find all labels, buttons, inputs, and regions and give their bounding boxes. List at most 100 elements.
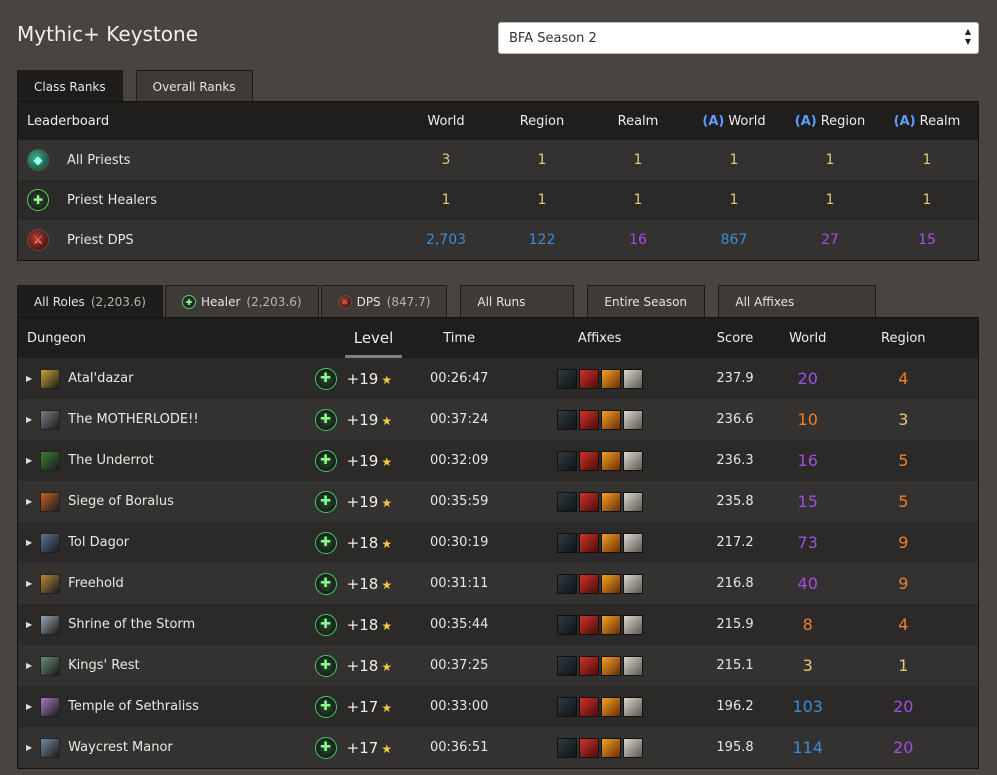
affix-icon[interactable]: [600, 409, 621, 430]
tab-all-roles[interactable]: All Roles (2,203.6): [17, 285, 163, 318]
affix-icon[interactable]: [578, 696, 599, 717]
expand-caret-icon[interactable]: ▶: [26, 374, 32, 383]
affix-icon[interactable]: [600, 573, 621, 594]
dungeon-cell[interactable]: ▶ Freehold: [18, 573, 307, 594]
star-icon: ★: [381, 577, 393, 592]
expand-caret-icon[interactable]: ▶: [26, 702, 32, 711]
tab-all-runs[interactable]: All Runs: [460, 285, 575, 318]
table-row[interactable]: ▶ Waycrest Manor ✚ +17 ★ 00:36:51 195.8 114 20: [18, 727, 978, 768]
expand-caret-icon[interactable]: ▶: [26, 620, 32, 629]
affix-icon[interactable]: [600, 696, 621, 717]
table-row[interactable]: ▶ Atal'dazar ✚ +19 ★ 00:26:47 237.9 20 4: [18, 358, 978, 399]
affix-icon[interactable]: [578, 409, 599, 430]
tab-all-affixes[interactable]: All Affixes: [718, 285, 877, 318]
affix-icon[interactable]: [622, 614, 643, 635]
table-row[interactable]: ▶ Temple of Sethraliss ✚ +17 ★ 00:33:00 196.2 1…: [18, 686, 978, 727]
tab-entire-season[interactable]: Entire Season: [587, 285, 706, 318]
tab-healer[interactable]: ✚ Healer (2,203.6): [164, 285, 319, 318]
world-rank-cell: 15: [797, 492, 818, 511]
dungeon-cell[interactable]: ▶ Temple of Sethraliss: [18, 696, 307, 717]
affix-icon[interactable]: [556, 532, 577, 553]
header-time[interactable]: Time: [402, 331, 516, 346]
header-level[interactable]: Level: [344, 318, 403, 358]
affix-icon[interactable]: [600, 368, 621, 389]
affix-icon[interactable]: [600, 737, 621, 758]
affix-icon[interactable]: [600, 532, 621, 553]
table-row[interactable]: ▶ Freehold ✚ +18 ★ 00:31:11 216.8 40 9: [18, 563, 978, 604]
header-region[interactable]: Region: [829, 331, 978, 346]
healer-role-icon: ✚: [314, 449, 337, 472]
affix-icon[interactable]: [600, 655, 621, 676]
rank-realm: 1: [633, 152, 643, 168]
affix-icon[interactable]: [622, 737, 643, 758]
affix-icon[interactable]: [622, 409, 643, 430]
affix-icon[interactable]: [622, 368, 643, 389]
star-icon: ★: [381, 700, 393, 715]
affix-icon[interactable]: [622, 450, 643, 471]
dungeon-cell[interactable]: ▶ Waycrest Manor: [18, 737, 307, 758]
affix-icon[interactable]: [622, 532, 643, 553]
season-select[interactable]: BFA Season 2 ▲ ▼: [498, 22, 979, 54]
expand-caret-icon[interactable]: ▶: [26, 579, 32, 588]
tab-class-ranks[interactable]: Class Ranks: [17, 70, 123, 103]
affix-icon[interactable]: [556, 573, 577, 594]
affix-icon[interactable]: [622, 491, 643, 512]
dungeon-cell[interactable]: ▶ Kings' Rest: [18, 655, 307, 676]
expand-caret-icon[interactable]: ▶: [26, 743, 32, 752]
dungeon-cell[interactable]: ▶ Atal'dazar: [18, 368, 307, 389]
affix-icon[interactable]: [600, 450, 621, 471]
expand-caret-icon[interactable]: ▶: [26, 538, 32, 547]
affix-icon[interactable]: [578, 368, 599, 389]
header-score[interactable]: Score: [683, 331, 787, 346]
table-row[interactable]: ▶ Shrine of the Storm ✚ +18 ★ 00:35:44 215.9 8 4: [18, 604, 978, 645]
affixes-cell: [516, 368, 683, 389]
table-row[interactable]: ▶ The Underrot ✚ +19 ★ 00:32:09 236.3 16 5: [18, 440, 978, 481]
affix-icon[interactable]: [556, 491, 577, 512]
header-world[interactable]: World: [787, 331, 829, 346]
affix-icon[interactable]: [578, 491, 599, 512]
affix-icon[interactable]: [622, 573, 643, 594]
affixes-cell: [516, 737, 683, 758]
affix-icon[interactable]: [578, 655, 599, 676]
dungeon-cell[interactable]: ▶ Tol Dagor: [18, 532, 307, 553]
dungeon-cell[interactable]: ▶ Siege of Boralus: [18, 491, 307, 512]
tab-overall-ranks[interactable]: Overall Ranks: [135, 70, 253, 103]
affix-icon[interactable]: [622, 696, 643, 717]
affix-icon[interactable]: [556, 450, 577, 471]
expand-caret-icon[interactable]: ▶: [26, 456, 32, 465]
table-row[interactable]: ▶ Kings' Rest ✚ +18 ★ 00:37:25 215.1 3 1: [18, 645, 978, 686]
affix-icon[interactable]: [600, 491, 621, 512]
dungeon-cell[interactable]: ▶ The MOTHERLODE!!: [18, 409, 307, 430]
dungeon-name: Kings' Rest: [68, 658, 140, 673]
affix-icon[interactable]: [556, 737, 577, 758]
affix-icon[interactable]: [600, 614, 621, 635]
header-dungeon[interactable]: Dungeon: [18, 331, 307, 346]
affix-icon[interactable]: [578, 450, 599, 471]
affix-icon[interactable]: [556, 614, 577, 635]
alliance-prefix: (A): [893, 113, 916, 129]
score-cell: 215.9: [716, 617, 754, 632]
expand-caret-icon[interactable]: ▶: [26, 497, 32, 506]
expand-caret-icon[interactable]: ▶: [26, 661, 32, 670]
affix-icon[interactable]: [578, 573, 599, 594]
affix-icon[interactable]: [556, 368, 577, 389]
runs-table: Dungeon Level Time Affixes Score World R…: [17, 317, 979, 769]
affix-icon[interactable]: [578, 532, 599, 553]
ranks-row: ◆ All Priests 3 1 1 1 1 1: [18, 140, 978, 180]
table-row[interactable]: ▶ Tol Dagor ✚ +18 ★ 00:30:19 217.2 73 9: [18, 522, 978, 563]
affix-icon[interactable]: [622, 655, 643, 676]
affix-icon[interactable]: [556, 696, 577, 717]
world-rank-cell: 10: [797, 410, 818, 429]
affix-icon[interactable]: [556, 409, 577, 430]
table-row[interactable]: ▶ The MOTHERLODE!! ✚ +19 ★ 00:37:24 236.6 10 3: [18, 399, 978, 440]
score-cell: 216.8: [716, 576, 754, 591]
dungeon-cell[interactable]: ▶ Shrine of the Storm: [18, 614, 307, 635]
dungeon-cell[interactable]: ▶ The Underrot: [18, 450, 307, 471]
dungeon-icon: [40, 491, 61, 512]
affix-icon[interactable]: [578, 737, 599, 758]
tab-dps[interactable]: ⚔ DPS (847.7): [320, 285, 448, 318]
table-row[interactable]: ▶ Siege of Boralus ✚ +19 ★ 00:35:59 235.8 15 5: [18, 481, 978, 522]
affix-icon[interactable]: [578, 614, 599, 635]
affix-icon[interactable]: [556, 655, 577, 676]
expand-caret-icon[interactable]: ▶: [26, 415, 32, 424]
